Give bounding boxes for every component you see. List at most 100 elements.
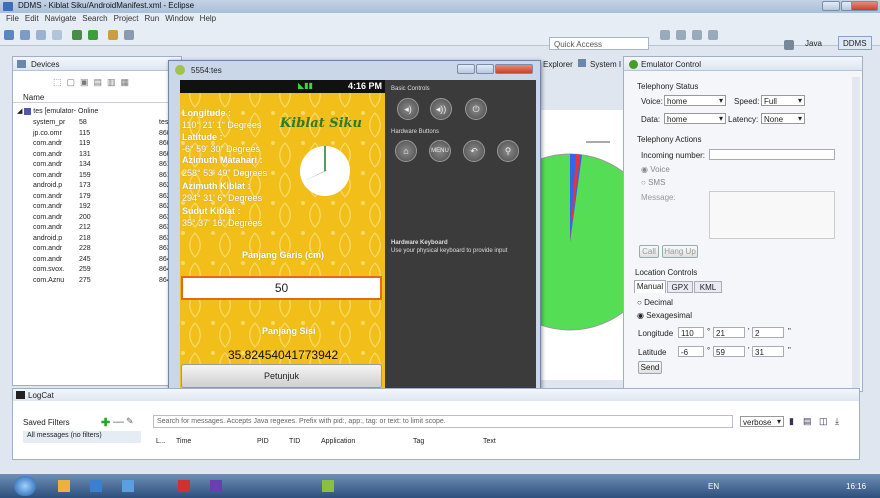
incoming-number-input[interactable] (709, 149, 835, 160)
clear-log-icon[interactable]: ▤ (803, 416, 812, 427)
open-perspective-icon[interactable] (784, 40, 794, 50)
add-filter-icon[interactable]: ✚ (101, 416, 110, 429)
col-tid[interactable]: TID (289, 438, 300, 445)
volume-down-icon[interactable]: ◂) (397, 98, 419, 120)
loc-tab-manual[interactable]: Manual (634, 280, 666, 293)
menu-run[interactable]: Run (145, 13, 160, 24)
sms-radio[interactable]: ○ SMS (641, 178, 665, 187)
menu-edit[interactable]: Edit (25, 13, 39, 24)
longitude-minutes-input[interactable]: 21 (713, 327, 745, 338)
sexagesimal-radio[interactable]: ◉ Sexagesimal (637, 311, 692, 320)
start-orb-icon[interactable] (14, 476, 36, 496)
devices-toolbar-icons[interactable]: ⬚▢▣▤▥▦ (53, 77, 134, 88)
system-info-tab[interactable]: System I (590, 60, 621, 69)
home-icon[interactable]: ⌂ (395, 140, 417, 162)
menu-button[interactable]: MENU (429, 140, 451, 162)
process-row[interactable]: com.andr 131 860 (33, 150, 171, 160)
latitude-minutes-input[interactable]: 59 (713, 346, 745, 357)
back-icon[interactable]: ↶ (463, 140, 485, 162)
print-icon[interactable] (52, 30, 62, 40)
decimal-radio[interactable]: ○ Decimal (637, 298, 673, 307)
loc-tab-gpx[interactable]: GPX (667, 281, 693, 293)
menu-file[interactable]: File (6, 13, 19, 24)
quick-access-field[interactable]: Quick Access (549, 37, 649, 50)
petunjuk-button[interactable]: Petunjuk (181, 364, 382, 388)
panjang-garis-input[interactable]: 50 (181, 276, 382, 300)
process-row[interactable]: jp.co.omr 115 860 (33, 129, 171, 139)
power-icon[interactable]: ⏻ (465, 98, 487, 120)
scrollbar[interactable] (852, 77, 860, 389)
longitude-seconds-input[interactable]: 2 (752, 327, 784, 338)
taskbar-pdf-icon[interactable] (178, 480, 190, 492)
run-icon[interactable] (88, 30, 98, 40)
new-icon[interactable] (4, 30, 14, 40)
process-row[interactable]: android.p 173 862 (33, 181, 171, 191)
menu-window[interactable]: Window (165, 13, 193, 24)
close-button[interactable] (851, 1, 878, 11)
process-row[interactable]: com.andr 228 863 (33, 244, 171, 254)
message-textarea[interactable] (709, 191, 835, 239)
process-row[interactable]: com.andr 179 862 (33, 192, 171, 202)
process-row[interactable]: com.andr 159 861 (33, 171, 171, 181)
devices-tab[interactable]: Devices (13, 57, 181, 71)
logcat-search-input[interactable]: Search for messages. Accepts Java regexe… (153, 415, 733, 428)
taskbar-eclipse-icon[interactable] (210, 480, 222, 492)
edit-filter-icon[interactable]: ✎ (126, 416, 134, 427)
process-row[interactable]: com.andr 119 860 (33, 139, 171, 149)
taskbar-ie-icon[interactable] (90, 480, 102, 492)
process-row[interactable]: com.andr 200 863 (33, 213, 171, 223)
col-time[interactable]: Time (176, 438, 191, 445)
menu-help[interactable]: Help (200, 13, 216, 24)
volume-up-icon[interactable]: ◂)) (430, 98, 452, 120)
process-row[interactable]: com.svox. 259 864 (33, 265, 171, 275)
language-indicator[interactable]: EN (708, 482, 719, 491)
nav-back-icon[interactable] (660, 30, 670, 40)
remove-filter-icon[interactable]: — (113, 416, 124, 428)
process-row[interactable]: android.p 218 863 (33, 234, 171, 244)
toggle-view-icon[interactable]: ◫ (819, 416, 828, 427)
menu-navigate[interactable]: Navigate (45, 13, 77, 24)
col-pid[interactable]: PID (257, 438, 269, 445)
save-all-icon[interactable] (36, 30, 46, 40)
process-row[interactable]: com.andr 212 863 (33, 223, 171, 233)
menu-search[interactable]: Search (82, 13, 107, 24)
hang-up-button[interactable]: Hang Up (662, 245, 698, 258)
emu-minimize-button[interactable] (457, 64, 475, 74)
expand-arrow-icon[interactable]: ◢ (17, 108, 22, 115)
log-level-select[interactable]: verbose (740, 416, 784, 427)
taskbar-explorer-icon[interactable] (58, 480, 70, 492)
process-row[interactable]: com.andr 192 862 (33, 202, 171, 212)
save-icon[interactable] (20, 30, 30, 40)
device-row[interactable]: ◢ tes [emulator- Online (17, 107, 98, 117)
emu-maximize-button[interactable] (476, 64, 494, 74)
perspective-java[interactable]: Java (800, 36, 827, 50)
column-name-header[interactable]: Name (13, 91, 181, 103)
voice-select[interactable]: home (664, 95, 726, 106)
taskbar-android-icon[interactable] (322, 480, 334, 492)
all-messages-filter[interactable]: All messages (no filters) (23, 431, 141, 443)
latitude-degrees-input[interactable]: -6 (678, 346, 704, 357)
perspective-ddms[interactable]: DDMS (838, 36, 872, 50)
col-tag[interactable]: Tag (413, 438, 424, 445)
nav-forward-icon[interactable] (676, 30, 686, 40)
process-row[interactable]: com.andr 134 861 (33, 160, 171, 170)
longitude-degrees-input[interactable]: 110 (678, 327, 704, 338)
process-row[interactable]: com.andr 245 864 (33, 255, 171, 265)
history-icon[interactable] (708, 30, 718, 40)
emulator-control-tab[interactable]: Emulator Control (624, 57, 862, 71)
external-tools-icon[interactable] (108, 30, 118, 40)
minimize-button[interactable] (822, 1, 840, 11)
save-log-icon[interactable]: ▮ (789, 416, 794, 427)
process-row[interactable]: com.Aznu 275 864 (33, 276, 171, 286)
send-button[interactable]: Send (638, 361, 662, 374)
annotation-icon[interactable] (692, 30, 702, 40)
latitude-seconds-input[interactable]: 31 (752, 346, 784, 357)
file-explorer-tab[interactable]: Explorer (543, 60, 573, 69)
col-application[interactable]: Application (321, 438, 355, 445)
search-icon[interactable]: ⚲ (497, 140, 519, 162)
emu-close-button[interactable] (495, 64, 533, 74)
logcat-tab-label[interactable]: LogCat (28, 391, 54, 400)
speed-select[interactable]: Full (761, 95, 805, 106)
col-level[interactable]: L... (156, 438, 166, 445)
call-button[interactable]: Call (639, 245, 659, 258)
